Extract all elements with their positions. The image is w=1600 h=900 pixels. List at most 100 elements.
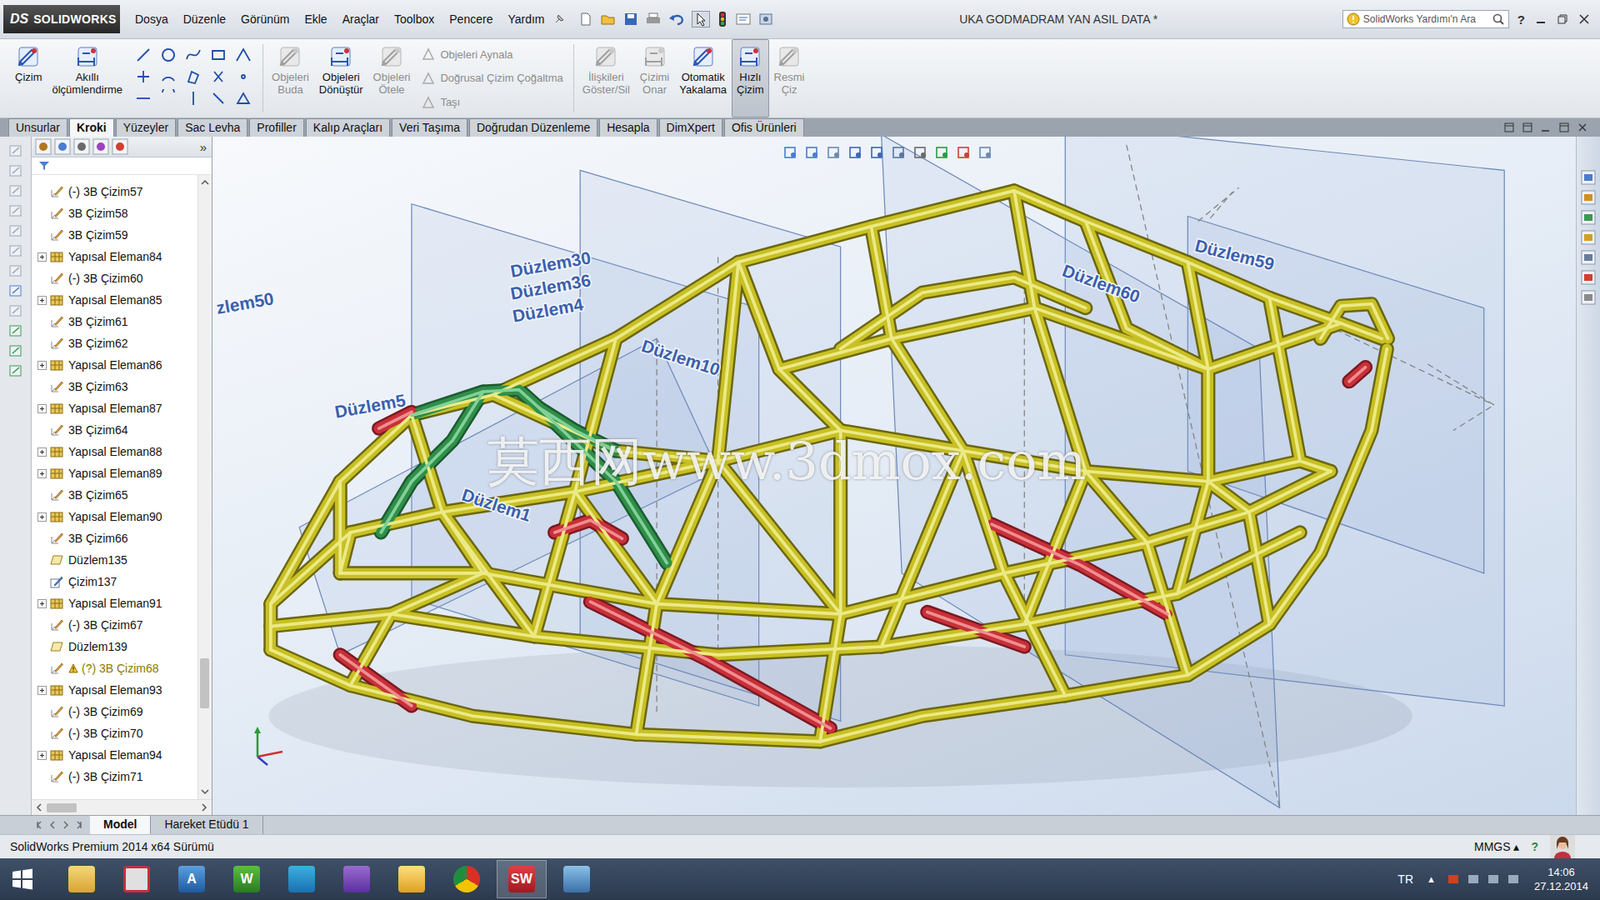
tree-item[interactable]: 3B Çizim65: [31, 484, 198, 506]
expander[interactable]: [36, 251, 47, 262]
structural-tube[interactable]: [820, 614, 841, 742]
tree-item[interactable]: 3B Çizim58: [31, 202, 198, 225]
tool-icon[interactable]: [8, 203, 24, 219]
menu-item[interactable]: Araçlar: [335, 10, 386, 29]
scroll-left-icon[interactable]: [33, 801, 45, 814]
tab-scroll-icon[interactable]: [60, 819, 72, 831]
window-button-icon[interactable]: [1521, 121, 1534, 134]
tree-item[interactable]: Yapısal Eleman88: [31, 440, 198, 463]
sketch-line[interactable]: [1198, 187, 1240, 221]
expander[interactable]: [36, 511, 47, 522]
options-icon[interactable]: [758, 11, 775, 27]
command-tab[interactable]: Unsurlar: [8, 118, 68, 137]
structural-tube[interactable]: [1269, 297, 1331, 471]
structural-tube[interactable]: [270, 481, 340, 605]
scroll-thumb[interactable]: [200, 658, 210, 709]
expander[interactable]: [36, 468, 47, 479]
tree-item[interactable]: (-) 3B Çizim60: [31, 267, 198, 290]
tree-item[interactable]: Yapısal Eleman94: [31, 744, 198, 766]
task-pane-icon[interactable]: [1580, 250, 1596, 265]
restore-icon[interactable]: [1556, 13, 1569, 25]
tray-expand[interactable]: ▲: [1426, 874, 1436, 885]
structural-tube[interactable]: [1014, 190, 1086, 472]
structural-tube[interactable]: [1004, 573, 1066, 696]
expand-plus-icon[interactable]: [37, 447, 47, 457]
expand-plus-icon[interactable]: [37, 469, 47, 479]
horizontal-scrollbar[interactable]: [31, 799, 212, 815]
expand-plus-icon[interactable]: [37, 750, 47, 760]
sketch-tool-icon[interactable]: [184, 89, 203, 108]
tool-icon[interactable]: [8, 243, 24, 259]
sketch-line[interactable]: [655, 338, 657, 716]
tree-item[interactable]: 3B Çizim64: [31, 419, 198, 441]
taskbar-app[interactable]: A: [166, 860, 217, 899]
tree-item[interactable]: Yapısal Eleman84: [31, 245, 198, 268]
panel-tab-icon[interactable]: [35, 138, 52, 155]
tool-icon[interactable]: [8, 223, 24, 239]
tree-item[interactable]: Düzlem139: [31, 635, 198, 658]
menu-item[interactable]: Görünüm: [234, 10, 296, 29]
tree-item[interactable]: Yapısal Eleman91: [31, 592, 198, 615]
command-tab[interactable]: Ofis Ürünleri: [724, 118, 805, 137]
panel-tab-icon[interactable]: [111, 138, 129, 155]
input-language[interactable]: TR: [1397, 872, 1414, 886]
structural-tube[interactable]: [270, 349, 1387, 742]
tab-scroll-icon[interactable]: [33, 819, 45, 831]
sketch-tool-icon[interactable]: [134, 67, 153, 86]
tool-icon[interactable]: [8, 303, 24, 319]
tree-item[interactable]: 3B Çizim62: [31, 332, 198, 355]
rebuild-icon[interactable]: [716, 10, 729, 28]
command-tab[interactable]: Doğrudan Düzenleme: [469, 118, 598, 137]
tool-icon[interactable]: [8, 363, 24, 379]
structural-tube[interactable]: [350, 573, 483, 686]
print-icon[interactable]: [645, 11, 662, 27]
window-button-icon[interactable]: [1540, 121, 1552, 134]
sketch-tool-icon[interactable]: [234, 45, 253, 65]
tab-scroll-icon[interactable]: [73, 819, 85, 831]
structural-tube[interactable]: [1249, 511, 1270, 625]
tray-icon[interactable]: [1485, 871, 1501, 887]
minimize-icon[interactable]: [1535, 13, 1547, 25]
tree-item[interactable]: 3B Çizim63: [31, 375, 198, 398]
tree-item[interactable]: (-) 3B Çizim57: [31, 180, 198, 203]
ribbon-button[interactable]: HızlıÇizim: [731, 39, 770, 118]
unit-system[interactable]: MMGS ▴: [1474, 840, 1520, 854]
command-tab[interactable]: Profiller: [249, 118, 304, 137]
structural-tube[interactable]: [1349, 367, 1366, 382]
expander[interactable]: [36, 598, 47, 609]
structural-tube[interactable]: [590, 601, 830, 729]
view-tool-icon[interactable]: [782, 145, 800, 160]
ribbon-button[interactable]: ObjeleriDönüştür: [314, 39, 369, 118]
scroll-down-icon[interactable]: [198, 785, 212, 798]
task-pane-icon[interactable]: [1580, 270, 1596, 285]
ribbon-button[interactable]: Çizim: [10, 39, 48, 118]
ribbon-button[interactable]: ObjeleriBuda: [266, 39, 315, 118]
tree-item[interactable]: (-) 3B Çizim67: [31, 614, 198, 636]
menu-item[interactable]: Düzenle: [176, 10, 233, 29]
panel-tab-icon[interactable]: [92, 138, 110, 155]
tree-item[interactable]: Yapısal Eleman86: [31, 354, 198, 376]
ribbon-small-button[interactable]: Objeleri Aynala: [421, 47, 563, 61]
sketch-tool-icon[interactable]: [184, 45, 203, 65]
view-tool-icon[interactable]: [847, 145, 865, 160]
plane-label[interactable]: Düzlem5: [333, 390, 407, 421]
command-tab[interactable]: Kroki: [69, 118, 115, 137]
view-tool-icon[interactable]: [804, 145, 821, 160]
tool-icon[interactable]: [8, 163, 24, 179]
clock[interactable]: 14:0627.12.2014: [1525, 865, 1600, 894]
expand-plus-icon[interactable]: [37, 685, 47, 695]
taskbar-app[interactable]: [111, 860, 162, 899]
solidworks-logo[interactable]: DSSOLIDWORKS: [3, 5, 120, 34]
structural-tube[interactable]: [1320, 304, 1389, 340]
panel-more-button[interactable]: »: [200, 140, 209, 155]
menu-item[interactable]: Yardım: [500, 10, 551, 29]
ribbon-button[interactable]: İlişkileriGöster/Sil: [577, 39, 635, 118]
view-tool-icon[interactable]: [825, 145, 843, 160]
expand-plus-icon[interactable]: [37, 599, 47, 609]
tree-item[interactable]: 3B Çizim66: [31, 527, 198, 550]
ribbon-small-button[interactable]: Doğrusal Çizim Çoğaltma: [421, 71, 563, 85]
sketch-tool-icon[interactable]: [209, 45, 228, 65]
view-tool-icon[interactable]: [934, 145, 951, 160]
sketch-tool-icon[interactable]: [184, 67, 203, 86]
structural-tube[interactable]: [411, 415, 443, 512]
